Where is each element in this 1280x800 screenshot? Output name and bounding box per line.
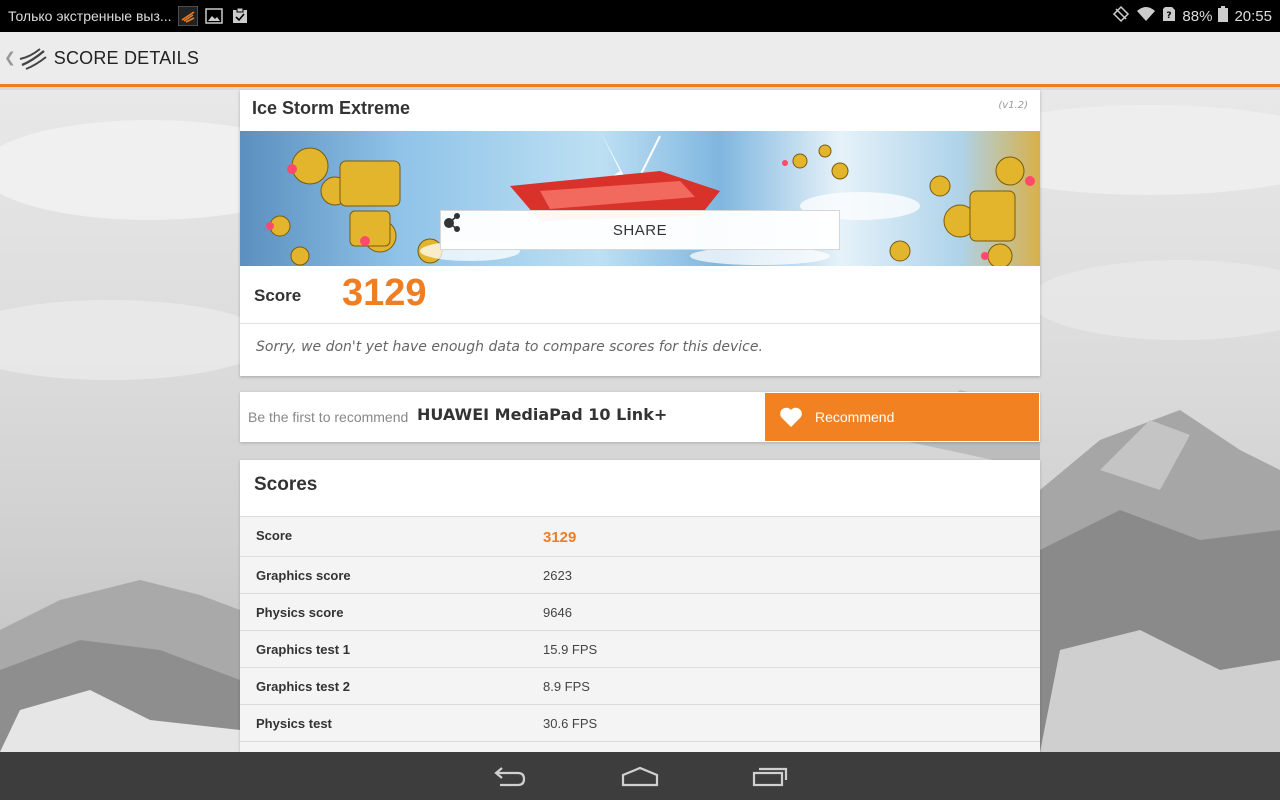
rotation-icon (1112, 5, 1130, 27)
row-label: Graphics test 1 (256, 642, 350, 657)
share-button[interactable]: SHARE (440, 210, 840, 250)
table-row: Physics score 9646 (240, 593, 1040, 630)
nav-back-button[interactable] (490, 763, 530, 789)
nav-home-button[interactable] (620, 763, 660, 789)
scores-card[interactable]: Scores Score 3129 Graphics score 2623 Ph… (240, 460, 1040, 752)
svg-text:?: ? (1167, 11, 1172, 21)
recommend-prefix: Be the first to recommend (248, 409, 409, 425)
recommend-strip: Be the first to recommend HUAWEI MediaPa… (240, 392, 1040, 442)
table-row: Graphics test 1 15.9 FPS (240, 630, 1040, 667)
up-chevron-icon[interactable]: ❮ (4, 50, 16, 66)
recommend-button[interactable]: Recommend (765, 393, 1039, 441)
share-icon (444, 213, 460, 232)
app-notification-icon (177, 6, 198, 26)
table-row-partial (240, 741, 1040, 752)
row-value: 15.9 FPS (543, 642, 598, 657)
3dmark-logo-icon[interactable] (18, 45, 48, 71)
test-banner-image: SHARE (240, 131, 1040, 266)
system-nav-bar (0, 752, 1280, 800)
wifi-icon (1136, 6, 1156, 26)
device-name: HUAWEI MediaPad 10 Link+ (417, 405, 668, 424)
nav-recents-button[interactable] (750, 763, 790, 789)
row-label: Graphics test 2 (256, 679, 350, 694)
scores-title: Scores (254, 474, 318, 495)
row-value: 9646 (543, 605, 572, 620)
row-label: Physics test (256, 716, 332, 731)
heart-icon (780, 407, 802, 427)
table-row: Graphics test 2 8.9 FPS (240, 667, 1040, 704)
compare-note: Sorry, we don't yet have enough data to … (256, 339, 763, 355)
battery-percent: 88% (1182, 7, 1213, 25)
score-label: Score (254, 286, 302, 305)
notification-text: Только экстренные выз... (8, 8, 172, 24)
recommend-button-label: Recommend (815, 409, 895, 425)
row-value: 8.9 FPS (543, 679, 590, 694)
overall-score-row: Score 3129 (240, 266, 1040, 324)
table-row: Score 3129 (240, 516, 1040, 556)
scores-table: Score 3129 Graphics score 2623 Physics s… (240, 516, 1040, 752)
test-title: Ice Storm Extreme (252, 98, 411, 118)
row-value: 2623 (543, 568, 572, 583)
share-button-label: SHARE (612, 221, 668, 239)
clock: 20:55 (1234, 7, 1272, 25)
clipboard-notification-icon (230, 6, 250, 26)
score-value: 3129 (342, 272, 427, 314)
test-version: (v1.2) (998, 100, 1028, 111)
action-bar[interactable]: ❮ SCORE DETAILS (0, 32, 1280, 87)
gallery-notification-icon (204, 6, 224, 26)
row-value: 3129 (543, 529, 577, 546)
page-title: SCORE DETAILS (53, 47, 200, 68)
status-bar: Только экстренные выз... ? 88% 20:55 (0, 0, 1280, 32)
sim-alert-icon: ? (1162, 6, 1176, 26)
row-label: Score (256, 528, 293, 543)
row-label: Physics score (256, 605, 344, 620)
home-icon (621, 766, 659, 787)
recents-icon (752, 767, 788, 787)
back-icon (494, 767, 526, 787)
status-icons: ? 88% 20:55 (1112, 5, 1272, 27)
battery-icon (1218, 6, 1229, 26)
table-row: Graphics score 2623 (240, 556, 1040, 593)
test-result-card: Ice Storm Extreme (v1.2) SHARE Score 312… (240, 90, 1040, 376)
row-value: 30.6 FPS (543, 716, 598, 731)
table-row: Physics test 30.6 FPS (240, 704, 1040, 741)
row-label: Graphics score (256, 568, 351, 583)
